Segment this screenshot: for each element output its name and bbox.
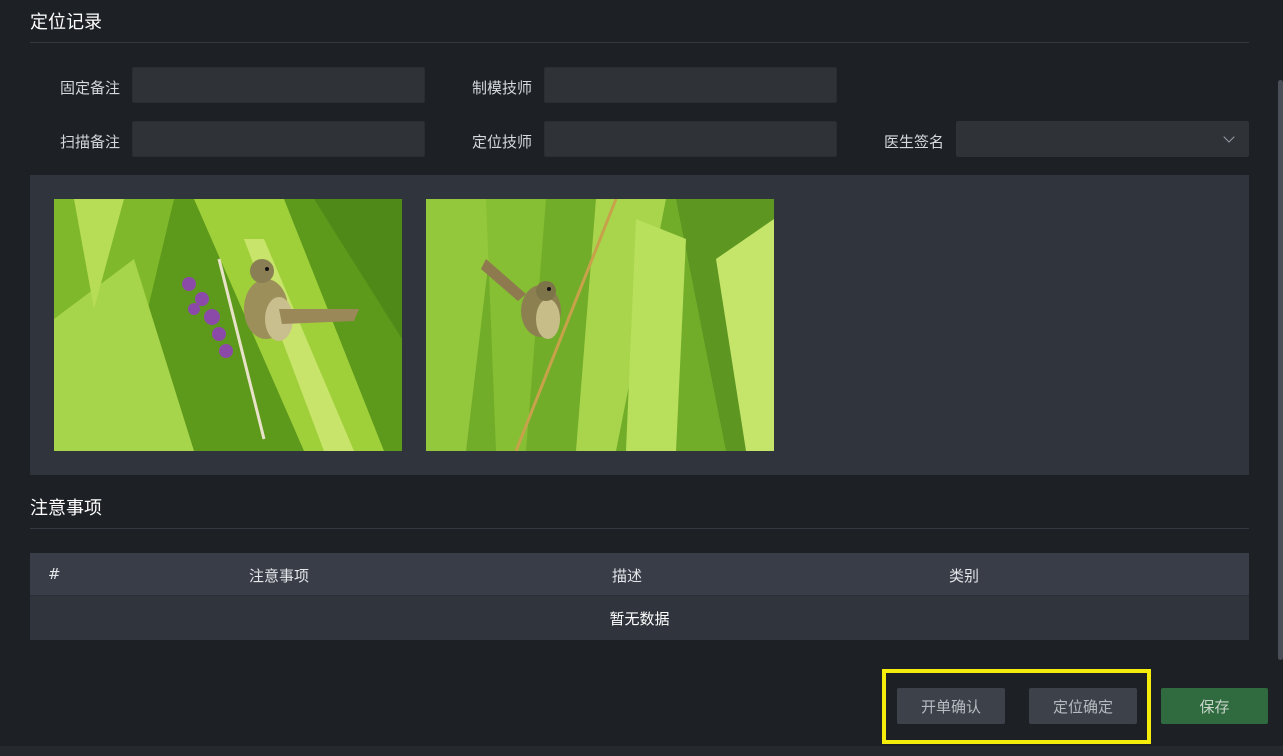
save-button[interactable]: 保存 xyxy=(1161,688,1268,724)
table-header: # 注意事项 描述 类别 xyxy=(30,553,1249,596)
label-doctor-signature: 医生签名 xyxy=(883,133,944,151)
bird-photo-2-image xyxy=(426,199,774,451)
positioning-technician-input[interactable] xyxy=(544,121,837,157)
divider xyxy=(30,528,1249,529)
bird-photo-1-image xyxy=(54,199,402,451)
section-title-positioning-record: 定位记录 xyxy=(30,12,102,33)
column-header-category: 类别 xyxy=(949,567,980,585)
chevron-down-icon xyxy=(1223,131,1235,143)
positioning-record-page: 定位记录 固定备注 制模技师 扫描备注 定位技师 医生签名 注意事项 # 注意事… xyxy=(0,0,1283,756)
highlight-box xyxy=(882,669,1151,744)
column-header-description: 描述 xyxy=(612,567,643,585)
bird-photo-2[interactable] xyxy=(426,199,774,451)
scrollbar[interactable] xyxy=(1278,80,1283,660)
mold-technician-input[interactable] xyxy=(544,67,837,103)
divider xyxy=(30,42,1249,43)
notes-table: # 注意事项 描述 类别 暂无数据 xyxy=(30,553,1249,640)
doctor-signature-select[interactable] xyxy=(956,121,1249,157)
image-panel xyxy=(30,175,1249,475)
bottom-strip xyxy=(0,746,1283,756)
fixed-note-input[interactable] xyxy=(132,67,425,103)
table-body: 暂无数据 xyxy=(30,596,1249,640)
column-header-note: 注意事项 xyxy=(249,567,310,585)
label-positioning-technician: 定位技师 xyxy=(471,133,532,151)
label-fixed-note: 固定备注 xyxy=(59,79,120,97)
column-header-index: # xyxy=(48,565,61,583)
label-mold-technician: 制模技师 xyxy=(471,79,532,97)
empty-state-text: 暂无数据 xyxy=(609,610,670,628)
scan-note-input[interactable] xyxy=(132,121,425,157)
bird-photo-1[interactable] xyxy=(54,199,402,451)
section-title-notes: 注意事项 xyxy=(30,498,102,519)
label-scan-note: 扫描备注 xyxy=(59,133,120,151)
